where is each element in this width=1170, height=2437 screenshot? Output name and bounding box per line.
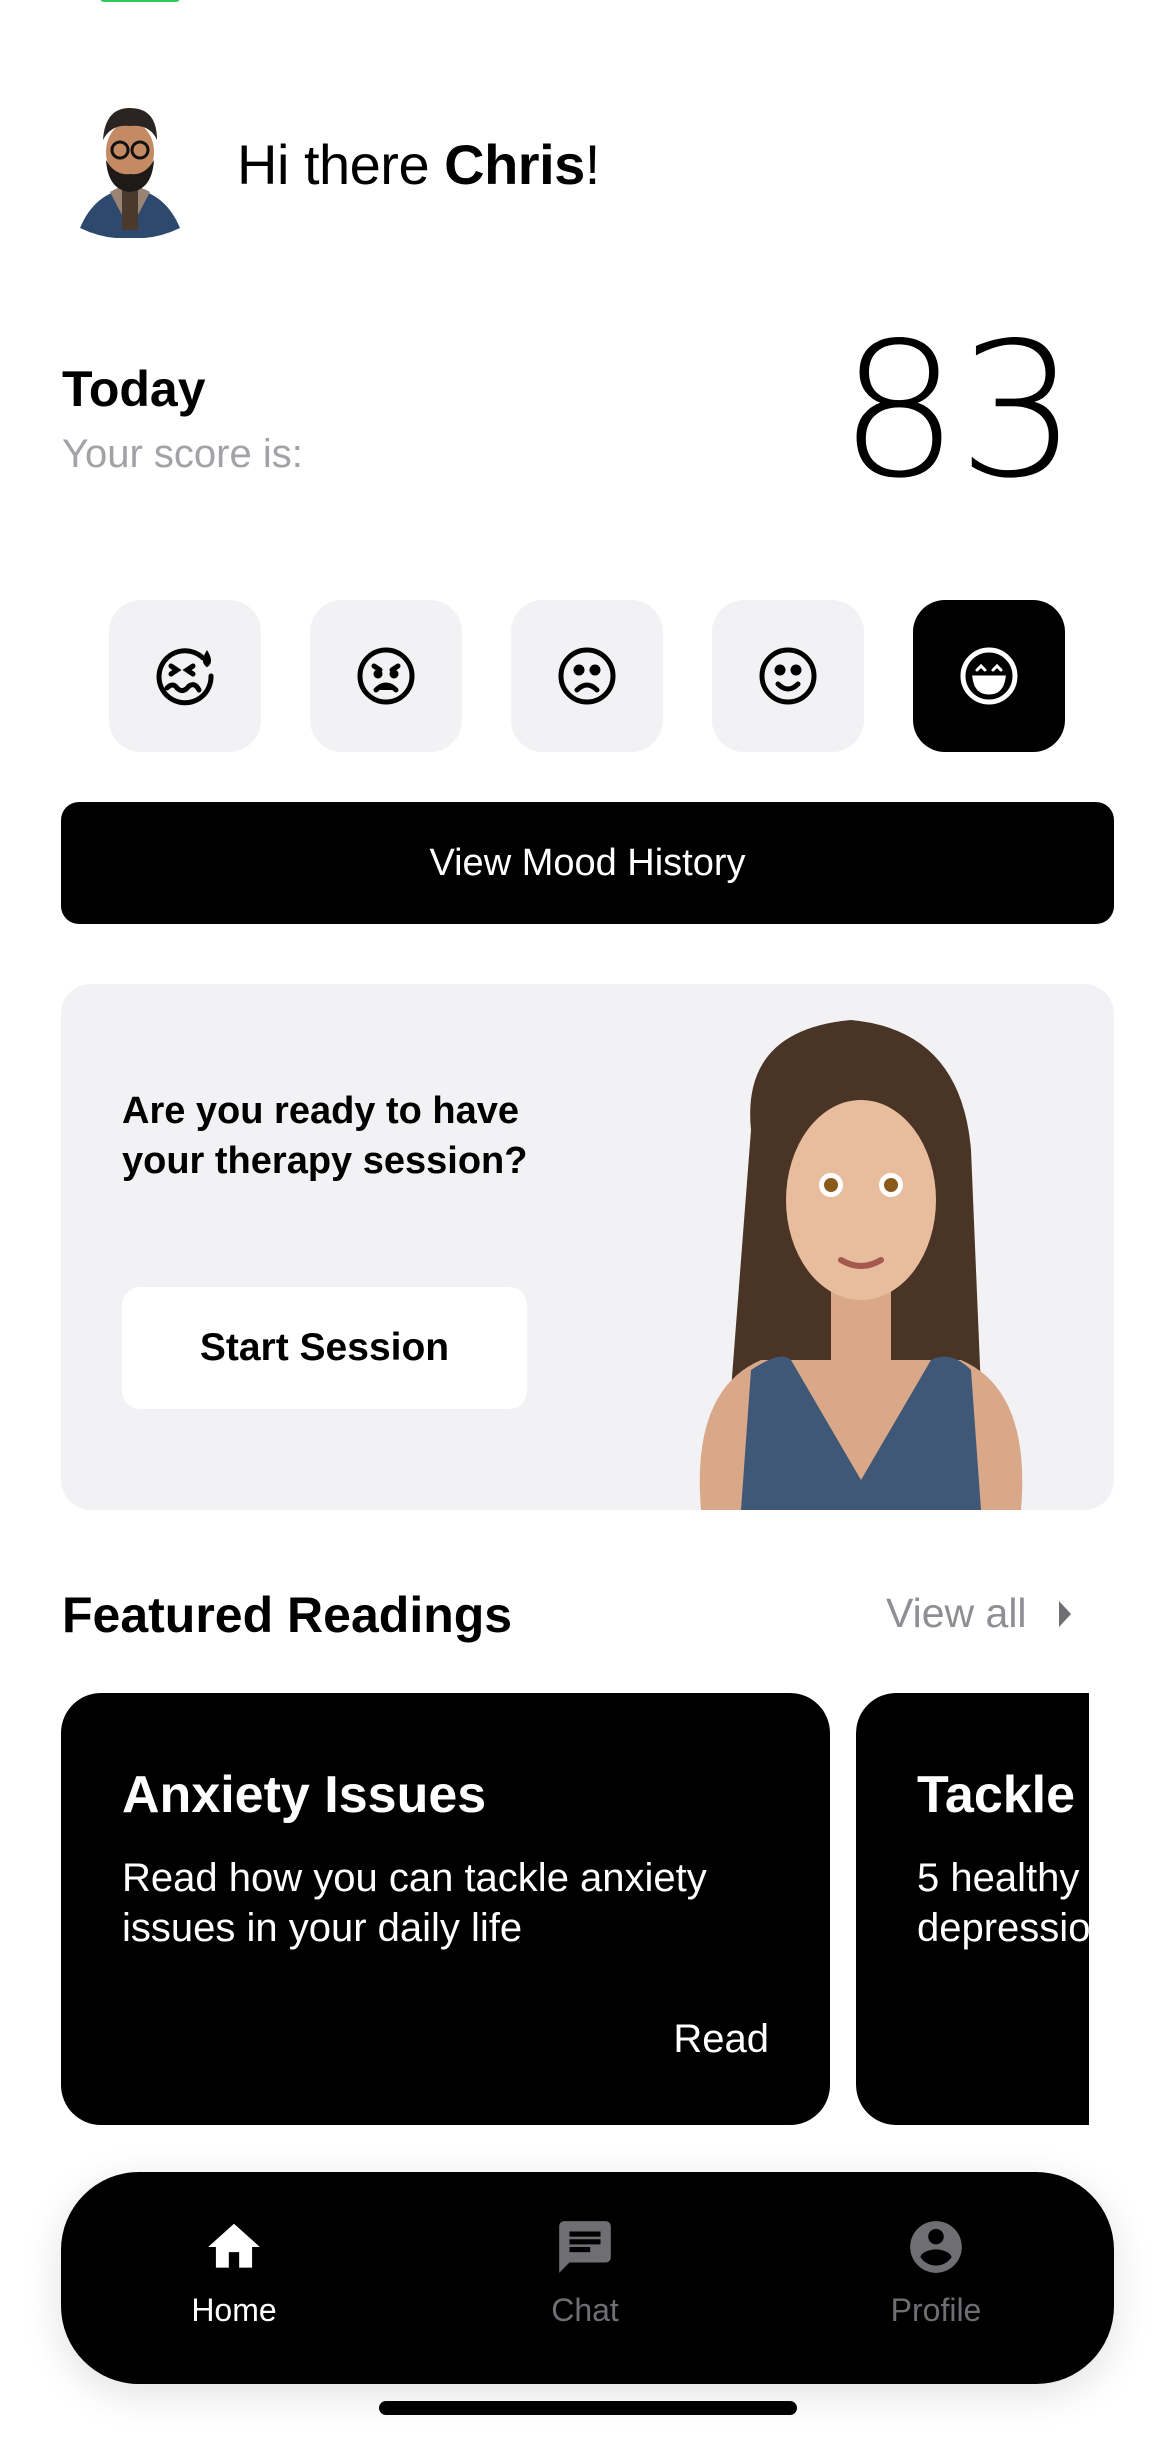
smiling-face-icon	[759, 647, 817, 705]
score-value: 83	[838, 302, 1078, 519]
happy-face-icon	[960, 647, 1018, 705]
tab-home[interactable]: Home	[134, 2216, 334, 2329]
chevron-right-icon	[1058, 1600, 1071, 1627]
tab-label: Chat	[551, 2292, 619, 2328]
mood-button-angry[interactable]	[310, 600, 462, 752]
tab-chat[interactable]: Chat	[485, 2216, 685, 2329]
tab-label: Home	[191, 2292, 277, 2328]
reading-description: Read how you can tackle anxiety issues i…	[122, 1856, 707, 1950]
angry-face-icon	[357, 647, 415, 705]
mood-button-sad[interactable]	[511, 600, 663, 752]
score-label: Your score is:	[62, 432, 303, 476]
mood-button-very-happy[interactable]	[913, 600, 1065, 752]
user-name: Chris	[444, 133, 585, 196]
view-all-label: View all	[886, 1590, 1027, 1636]
featured-readings-title: Featured Readings	[62, 1587, 513, 1643]
greeting: Hi there Chris!	[237, 132, 600, 197]
tab-profile[interactable]: Profile	[836, 2216, 1036, 2329]
sad-face-icon	[558, 647, 616, 705]
therapy-question: Are you ready to have your therapy sessi…	[122, 1090, 528, 1182]
status-indicator	[100, 0, 180, 2]
reading-title: Anxiety Issues	[122, 1766, 487, 1824]
profile-icon	[910, 2221, 962, 2273]
reading-card[interactable]: Anxiety Issues Read how you can tackle a…	[61, 1693, 830, 2125]
bottom-tab-bar: Home Chat Profile	[61, 2172, 1114, 2384]
mood-button-happy[interactable]	[712, 600, 864, 752]
home-icon	[208, 2223, 260, 2268]
reading-title: Tackle	[917, 1766, 1076, 1824]
stressed-face-icon	[156, 648, 214, 706]
therapy-session-card: Are you ready to have your therapy sessi…	[61, 984, 1114, 1510]
tab-label: Profile	[890, 2292, 982, 2328]
home-indicator	[379, 2401, 797, 2415]
view-mood-history-button[interactable]: View Mood History	[61, 802, 1114, 924]
greeting-prefix: Hi there	[237, 133, 445, 196]
start-session-button[interactable]: Start Session	[122, 1287, 527, 1409]
therapist-avatar	[699, 1020, 1023, 1510]
chat-icon	[559, 2221, 611, 2273]
greeting-suffix: !	[584, 133, 601, 196]
today-heading: Today	[62, 361, 206, 417]
reading-card-clip: Tackle 5 healthy depressio	[856, 1693, 1089, 2125]
reading-card[interactable]: Tackle 5 healthy depressio	[856, 1693, 1089, 2125]
user-avatar[interactable]	[75, 100, 185, 238]
read-button[interactable]: Read	[673, 2017, 769, 2062]
view-all-link[interactable]: View all	[886, 1590, 1073, 1637]
reading-description: 5 healthy depressio	[917, 1856, 1089, 1950]
mood-button-stressed[interactable]	[109, 600, 261, 752]
